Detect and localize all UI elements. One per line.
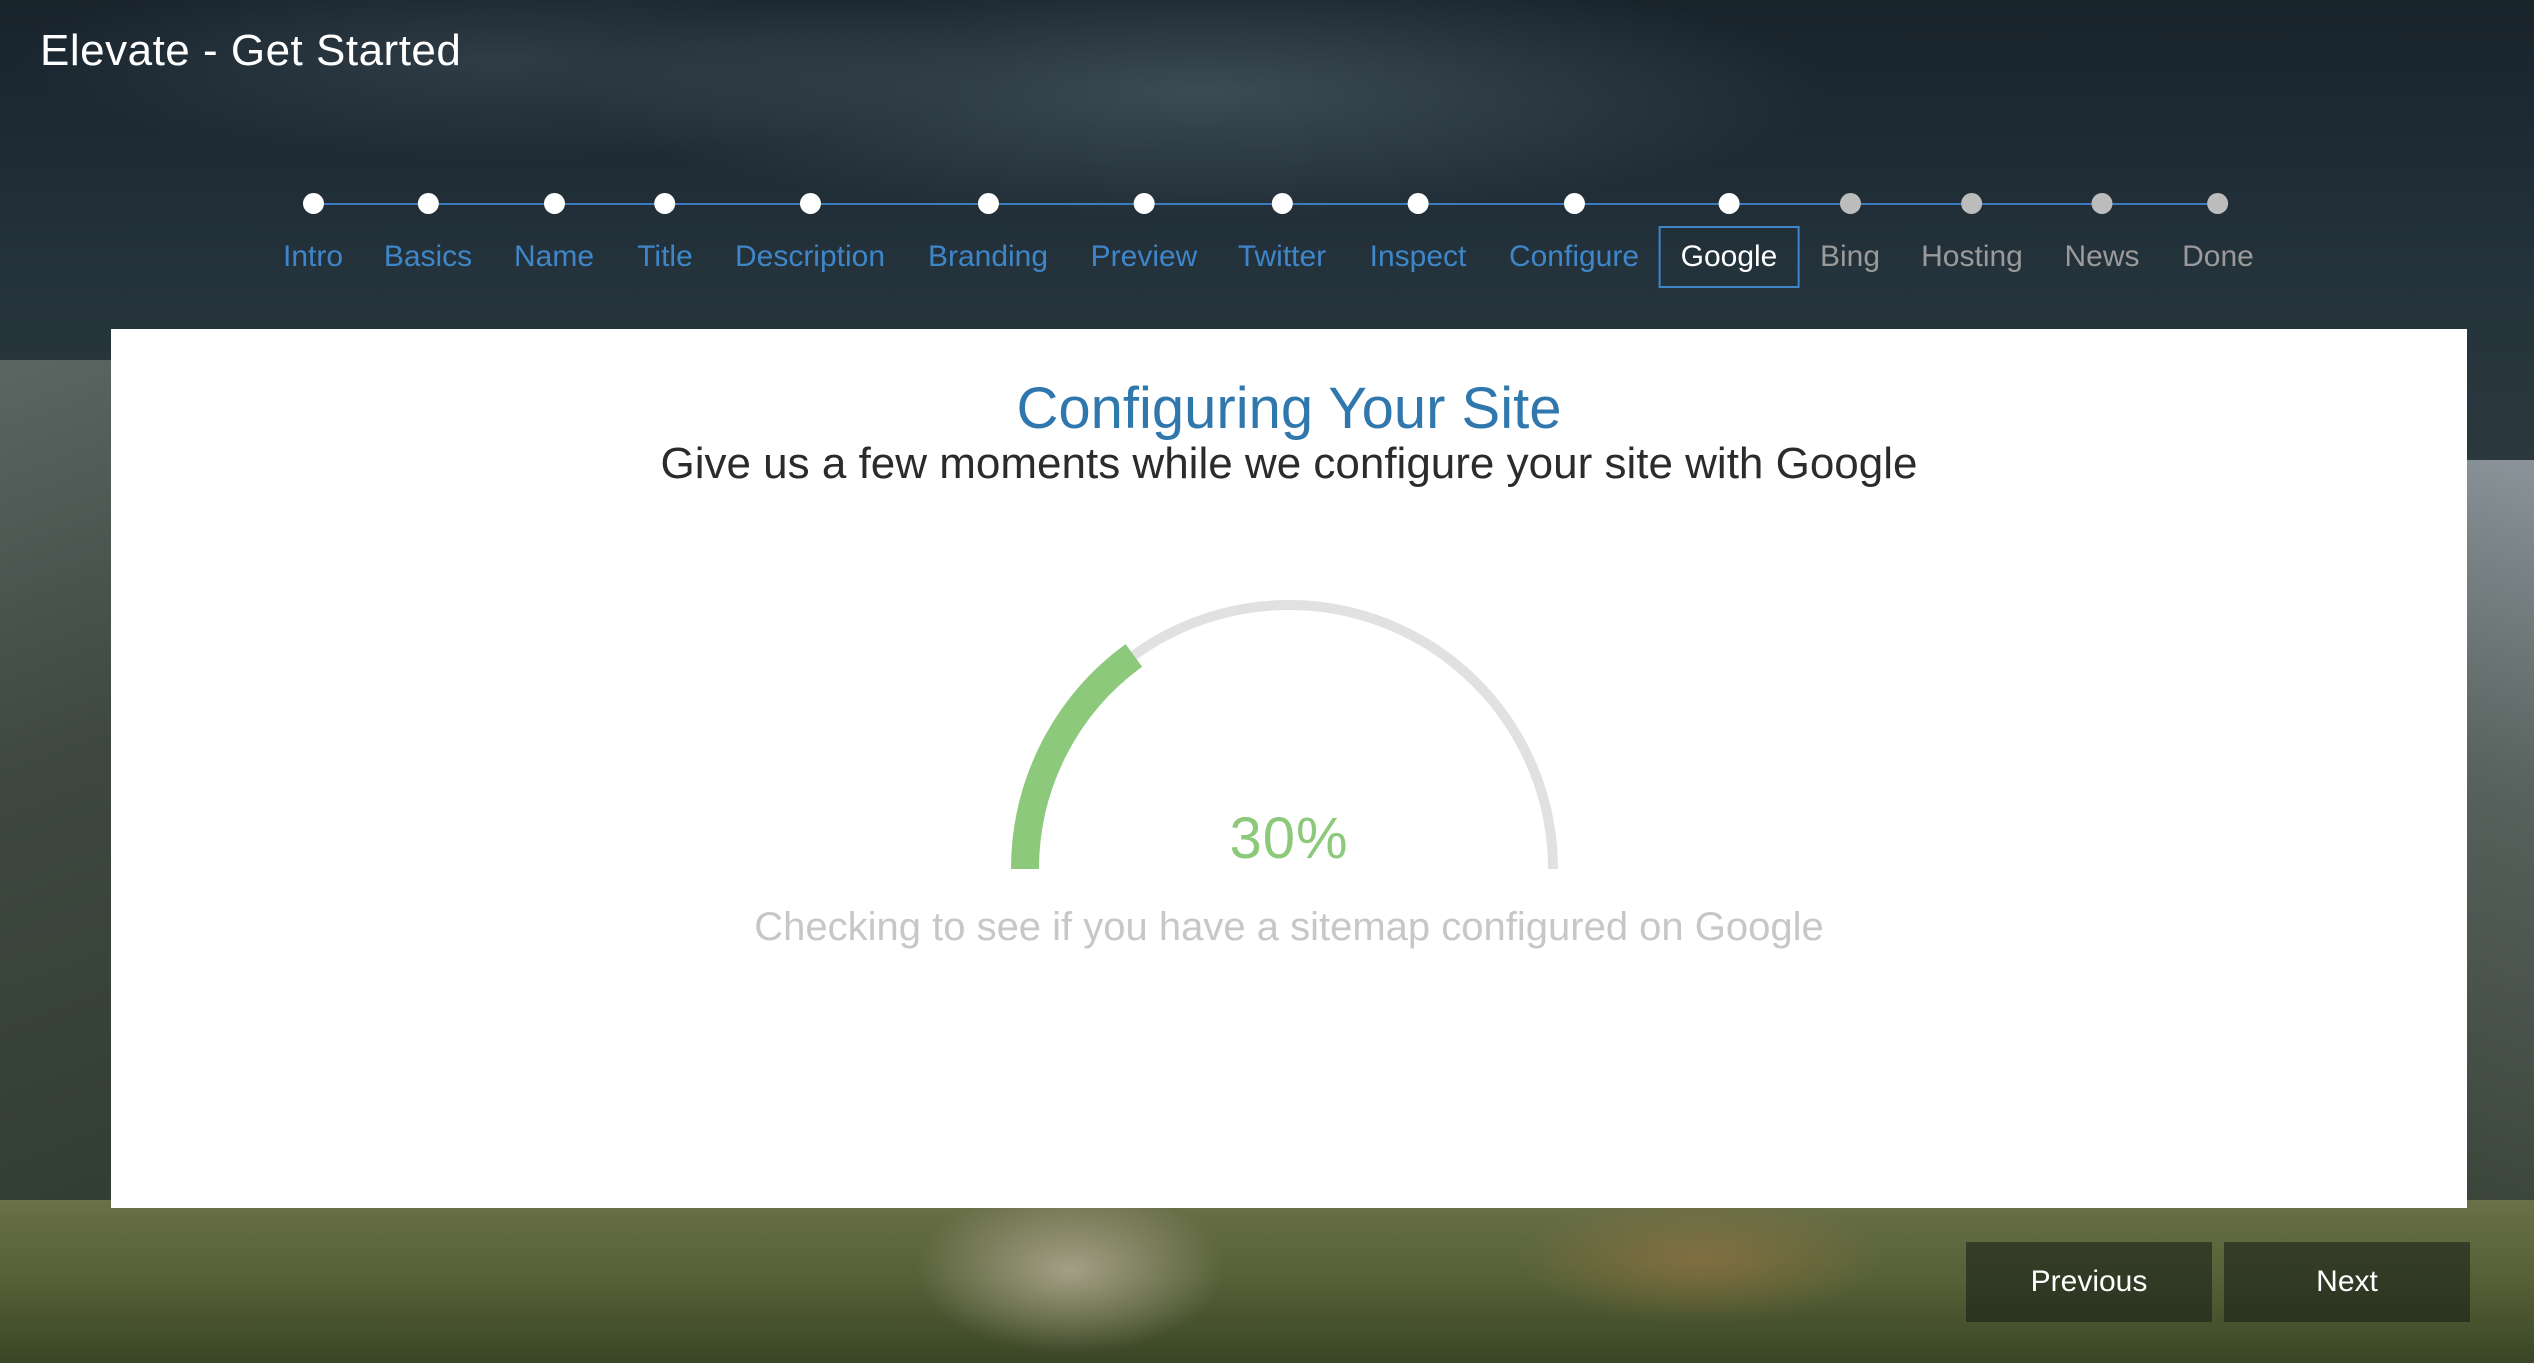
step-dot-icon — [799, 193, 821, 214]
wizard-step-label: Preview — [1090, 240, 1198, 273]
step-dot-icon — [2207, 193, 2229, 214]
wizard-step-twitter[interactable]: Twitter — [1216, 184, 1348, 288]
wizard-step-intro[interactable]: Intro — [261, 184, 365, 288]
step-dot-icon — [1839, 193, 1861, 214]
main-card: Configuring Your Site Give us a few mome… — [111, 329, 2467, 1208]
step-dot-icon — [543, 193, 565, 214]
wizard-steps: Intro Basics Name Title Description Branding P… — [0, 184, 2534, 304]
step-dot-icon — [1271, 193, 1293, 214]
wizard-navigation: Previous Next — [1966, 1242, 2470, 1322]
status-message: Checking to see if you have a sitemap co… — [754, 905, 1824, 949]
wizard-step-label: Twitter — [1237, 240, 1327, 273]
step-dot-icon — [1961, 193, 1983, 214]
wizard-step-label: Google — [1658, 226, 1800, 288]
step-dot-icon — [977, 193, 999, 214]
wizard-step-bing[interactable]: Bing — [1798, 184, 1902, 288]
wizard-step-label: Hosting — [1921, 240, 2023, 273]
next-button[interactable]: Next — [2224, 1242, 2470, 1322]
previous-button[interactable]: Previous — [1966, 1242, 2212, 1322]
step-dot-icon — [1133, 193, 1155, 214]
wizard-step-hosting[interactable]: Hosting — [1899, 184, 2045, 288]
step-dot-icon — [1407, 193, 1429, 214]
wizard-step-inspect[interactable]: Inspect — [1348, 184, 1489, 288]
step-dot-icon — [654, 193, 676, 214]
step-dot-icon — [417, 193, 439, 214]
page-subtitle: Give us a few moments while we configure… — [660, 439, 1918, 488]
wizard-step-label: Title — [637, 240, 693, 273]
progress-percentage: 30% — [1229, 806, 1349, 871]
wizard-step-label: Intro — [282, 240, 344, 273]
wizard-step-label: Branding — [927, 240, 1049, 273]
wizard-step-configure[interactable]: Configure — [1487, 184, 1661, 288]
step-dot-icon — [1563, 193, 1585, 214]
wizard-step-google[interactable]: Google — [1658, 184, 1800, 288]
wizard-step-label: Done — [2182, 240, 2254, 273]
wizard-step-label: Basics — [383, 240, 473, 273]
wizard-step-title[interactable]: Title — [615, 184, 715, 288]
wizard-step-label: Inspect — [1369, 240, 1467, 273]
page-title: Configuring Your Site — [1016, 376, 1562, 441]
wizard-step-done[interactable]: Done — [2160, 184, 2276, 288]
step-dot-icon — [1718, 193, 1740, 214]
wizard-step-branding[interactable]: Branding — [906, 184, 1070, 288]
wizard-step-label: Name — [513, 240, 595, 273]
wizard-step-label: Configure — [1508, 240, 1640, 273]
wizard-step-name[interactable]: Name — [492, 184, 616, 288]
wizard-step-description[interactable]: Description — [713, 184, 907, 288]
wizard-step-label: Bing — [1819, 240, 1881, 273]
step-dot-icon — [2091, 193, 2113, 214]
wizard-step-label: Description — [734, 240, 886, 273]
step-dot-icon — [302, 193, 324, 214]
wizard-step-label: News — [2064, 240, 2140, 273]
wizard-step-preview[interactable]: Preview — [1069, 184, 1220, 288]
wizard-step-news[interactable]: News — [2042, 184, 2161, 288]
app-title: Elevate - Get Started — [40, 26, 462, 75]
wizard-step-basics[interactable]: Basics — [362, 184, 494, 288]
